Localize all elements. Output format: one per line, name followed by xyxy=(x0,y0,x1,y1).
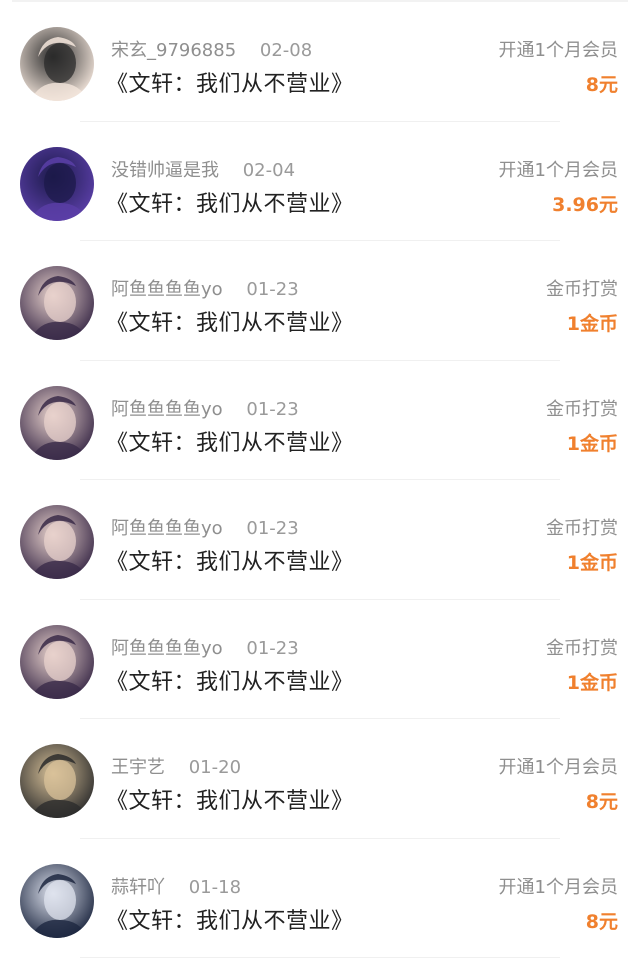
avatar-anime-icon xyxy=(20,147,94,221)
username[interactable]: 阿鱼鱼鱼鱼yo xyxy=(111,399,223,420)
record-date: 01-23 xyxy=(246,399,298,420)
avatar[interactable] xyxy=(20,386,94,460)
record-date: 02-04 xyxy=(243,160,295,181)
avatar-photo-icon xyxy=(20,864,94,938)
username[interactable]: 阿鱼鱼鱼鱼yo xyxy=(111,638,223,659)
reward-type: 开通1个月会员 xyxy=(499,36,618,62)
reward-type: 开通1个月会员 xyxy=(499,753,618,779)
username[interactable]: 阿鱼鱼鱼鱼yo xyxy=(111,279,223,300)
work-title[interactable]: 《文轩：我们从不营业》 xyxy=(106,425,354,457)
username[interactable]: 王宇艺 xyxy=(111,757,165,778)
work-title[interactable]: 《文轩：我们从不营业》 xyxy=(106,305,354,337)
reward-record-list: 宋玄_9796885 02-08 《文轩：我们从不营业》 开通1个月会员 8元 xyxy=(0,2,640,958)
list-item[interactable]: 阿鱼鱼鱼鱼yo 01-23 《文轩：我们从不营业》 金币打赏 1金币 xyxy=(0,600,640,720)
record-date: 01-20 xyxy=(189,757,241,778)
record-date: 01-23 xyxy=(246,518,298,539)
avatar[interactable] xyxy=(20,625,94,699)
reward-amount: 1金币 xyxy=(567,668,618,695)
reward-amount: 8元 xyxy=(586,70,618,97)
list-item[interactable]: 没错帅逼是我 02-04 《文轩：我们从不营业》 开通1个月会员 3.96元 xyxy=(0,122,640,242)
reward-type: 金币打赏 xyxy=(546,395,618,421)
username[interactable]: 宋玄_9796885 xyxy=(111,40,236,61)
username[interactable]: 阿鱼鱼鱼鱼yo xyxy=(111,518,223,539)
record-date: 01-18 xyxy=(189,877,241,898)
reward-amount: 1金币 xyxy=(567,309,618,336)
avatar-photo-icon xyxy=(20,625,94,699)
record-meta: 蒜轩吖 01-18 xyxy=(111,873,241,899)
work-title[interactable]: 《文轩：我们从不营业》 xyxy=(106,66,354,98)
avatar-photo-icon xyxy=(20,505,94,579)
record-meta: 阿鱼鱼鱼鱼yo 01-23 xyxy=(111,514,299,540)
avatar-photo-icon xyxy=(20,744,94,818)
list-item[interactable]: 蒜轩吖 01-18 《文轩：我们从不营业》 开通1个月会员 8元 xyxy=(0,839,640,958)
work-title[interactable]: 《文轩：我们从不营业》 xyxy=(106,186,354,218)
record-meta: 阿鱼鱼鱼鱼yo 01-23 xyxy=(111,395,299,421)
work-title[interactable]: 《文轩：我们从不营业》 xyxy=(106,783,354,815)
reward-amount: 1金币 xyxy=(567,429,618,456)
record-meta: 宋玄_9796885 02-08 xyxy=(111,36,312,62)
record-meta: 没错帅逼是我 02-04 xyxy=(111,156,295,182)
reward-amount: 8元 xyxy=(586,787,618,814)
avatar[interactable] xyxy=(20,27,94,101)
avatar-photo-icon xyxy=(20,27,94,101)
list-item[interactable]: 宋玄_9796885 02-08 《文轩：我们从不营业》 开通1个月会员 8元 xyxy=(0,2,640,122)
avatar[interactable] xyxy=(20,864,94,938)
avatar[interactable] xyxy=(20,505,94,579)
work-title[interactable]: 《文轩：我们从不营业》 xyxy=(106,903,354,935)
reward-amount: 8元 xyxy=(586,907,618,934)
avatar-photo-icon xyxy=(20,266,94,340)
reward-type: 开通1个月会员 xyxy=(499,873,618,899)
list-item[interactable]: 阿鱼鱼鱼鱼yo 01-23 《文轩：我们从不营业》 金币打赏 1金币 xyxy=(0,241,640,361)
reward-type: 金币打赏 xyxy=(546,634,618,660)
record-date: 01-23 xyxy=(246,638,298,659)
avatar[interactable] xyxy=(20,266,94,340)
record-date: 02-08 xyxy=(260,40,312,61)
username[interactable]: 蒜轩吖 xyxy=(111,877,165,898)
reward-amount: 3.96元 xyxy=(552,190,618,217)
reward-amount: 1金币 xyxy=(567,548,618,575)
list-item[interactable]: 王宇艺 01-20 《文轩：我们从不营业》 开通1个月会员 8元 xyxy=(0,719,640,839)
work-title[interactable]: 《文轩：我们从不营业》 xyxy=(106,544,354,576)
avatar[interactable] xyxy=(20,147,94,221)
reward-type: 开通1个月会员 xyxy=(499,156,618,182)
record-date: 01-23 xyxy=(246,279,298,300)
avatar-photo-icon xyxy=(20,386,94,460)
list-item[interactable]: 阿鱼鱼鱼鱼yo 01-23 《文轩：我们从不营业》 金币打赏 1金币 xyxy=(0,480,640,600)
record-meta: 阿鱼鱼鱼鱼yo 01-23 xyxy=(111,634,299,660)
work-title[interactable]: 《文轩：我们从不营业》 xyxy=(106,664,354,696)
record-meta: 王宇艺 01-20 xyxy=(111,753,241,779)
reward-type: 金币打赏 xyxy=(546,514,618,540)
record-meta: 阿鱼鱼鱼鱼yo 01-23 xyxy=(111,275,299,301)
avatar[interactable] xyxy=(20,744,94,818)
reward-type: 金币打赏 xyxy=(546,275,618,301)
username[interactable]: 没错帅逼是我 xyxy=(111,160,219,181)
list-item[interactable]: 阿鱼鱼鱼鱼yo 01-23 《文轩：我们从不营业》 金币打赏 1金币 xyxy=(0,361,640,481)
